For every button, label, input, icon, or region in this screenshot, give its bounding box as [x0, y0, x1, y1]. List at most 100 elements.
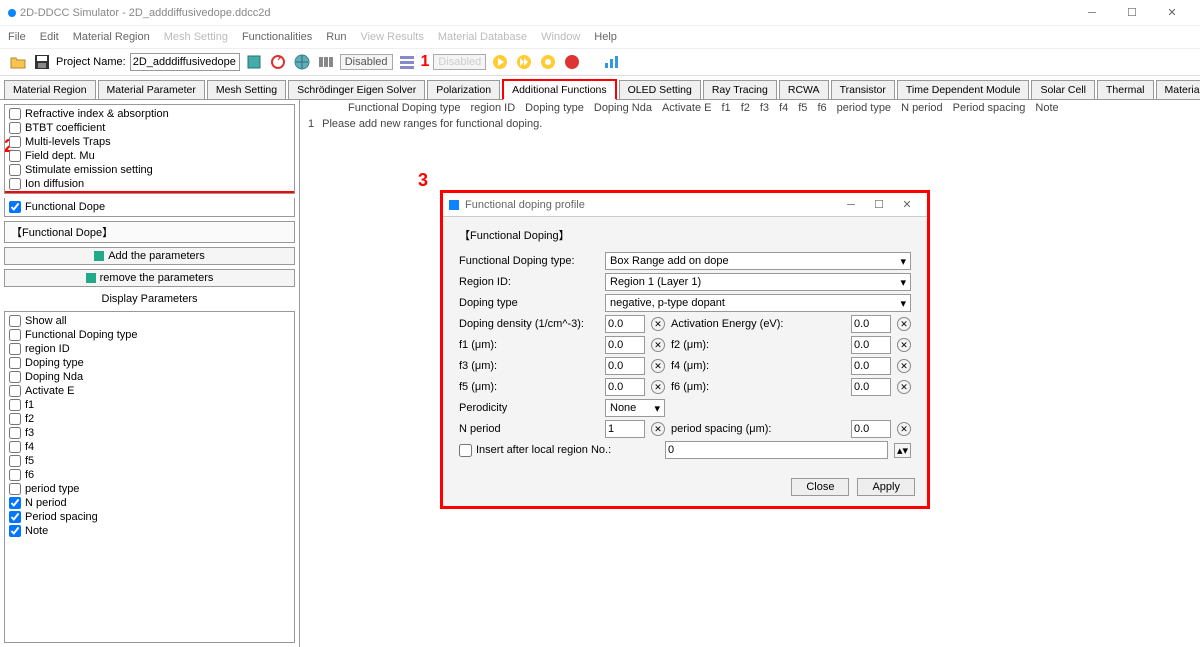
- nperiod-input[interactable]: [605, 420, 645, 438]
- menu-window[interactable]: Window: [541, 31, 580, 43]
- activation-input[interactable]: [851, 315, 891, 333]
- fast-forward-icon[interactable]: [514, 52, 534, 72]
- tab-oled-setting[interactable]: OLED Setting: [619, 80, 701, 99]
- bars-icon[interactable]: [397, 52, 417, 72]
- tab-schrodinger[interactable]: Schrödinger Eigen Solver: [288, 80, 425, 99]
- clear-icon[interactable]: ✕: [897, 317, 911, 331]
- check-multilevels[interactable]: Multi-levels Traps: [7, 135, 292, 149]
- region-select[interactable]: Region 1 (Layer 1)▾: [605, 273, 911, 291]
- menu-run[interactable]: Run: [326, 31, 346, 43]
- dp-f3[interactable]: f3: [7, 426, 292, 440]
- f6-input[interactable]: [851, 378, 891, 396]
- dialog-close-button[interactable]: ✕: [893, 192, 921, 218]
- f5-input[interactable]: [605, 378, 645, 396]
- functional-doping-dialog: Functional doping profile ─ ☐ ✕ 【Functio…: [440, 190, 930, 509]
- dialog-maximize-button[interactable]: ☐: [865, 192, 893, 218]
- tab-time-dependent[interactable]: Time Dependent Module: [897, 80, 1030, 99]
- stop-icon[interactable]: [562, 52, 582, 72]
- periodicity-select[interactable]: None▾: [605, 399, 665, 417]
- clear-icon[interactable]: ✕: [897, 422, 911, 436]
- check-fielddept[interactable]: Field dept. Mu: [7, 149, 292, 163]
- tab-solar-cell[interactable]: Solar Cell: [1031, 80, 1095, 99]
- dopetype-select[interactable]: negative, p-type dopant▾: [605, 294, 911, 312]
- tab-material-parameter[interactable]: Material Parameter: [98, 80, 205, 99]
- dialog-minimize-button[interactable]: ─: [837, 192, 865, 218]
- menu-edit[interactable]: Edit: [40, 31, 59, 43]
- dp-region-id[interactable]: region ID: [7, 342, 292, 356]
- dp-f4[interactable]: f4: [7, 440, 292, 454]
- clear-icon[interactable]: ✕: [897, 359, 911, 373]
- play-icon[interactable]: [490, 52, 510, 72]
- gear-icon[interactable]: [538, 52, 558, 72]
- menu-mesh-setting[interactable]: Mesh Setting: [164, 31, 228, 43]
- clear-icon[interactable]: ✕: [651, 338, 665, 352]
- dp-period-type[interactable]: period type: [7, 482, 292, 496]
- tab-material-region[interactable]: Material Region: [4, 80, 96, 99]
- menu-help[interactable]: Help: [594, 31, 617, 43]
- clear-icon[interactable]: ✕: [897, 338, 911, 352]
- globe-icon[interactable]: [292, 52, 312, 72]
- menu-functionalities[interactable]: Functionalities: [242, 31, 312, 43]
- tab-thermal[interactable]: Thermal: [1097, 80, 1154, 99]
- insert-after-check[interactable]: Insert after local region No.:: [459, 444, 659, 457]
- menu-material-database[interactable]: Material Database: [438, 31, 527, 43]
- clear-icon[interactable]: ✕: [651, 317, 665, 331]
- f4-input[interactable]: [851, 357, 891, 375]
- tab-mesh-setting[interactable]: Mesh Setting: [207, 80, 286, 99]
- dialog-heading: 【Functional Doping】: [459, 225, 911, 249]
- dp-f2[interactable]: f2: [7, 412, 292, 426]
- dp-f1[interactable]: f1: [7, 398, 292, 412]
- columns-icon[interactable]: [316, 52, 336, 72]
- menu-view-results[interactable]: View Results: [360, 31, 423, 43]
- clear-icon[interactable]: ✕: [651, 380, 665, 394]
- dp-note[interactable]: Note: [7, 524, 292, 538]
- tab-ray-tracing[interactable]: Ray Tracing: [703, 80, 777, 99]
- dp-period-spacing[interactable]: Period spacing: [7, 510, 292, 524]
- apply-button[interactable]: Apply: [857, 478, 915, 496]
- dp-doping-nda[interactable]: Doping Nda: [7, 370, 292, 384]
- tab-polarization[interactable]: Polarization: [427, 80, 500, 99]
- minimize-button[interactable]: ─: [1072, 0, 1112, 26]
- tab-material-database[interactable]: Material Database: [1156, 80, 1200, 99]
- type-select[interactable]: Box Range add on dope▾: [605, 252, 911, 270]
- clear-icon[interactable]: ✕: [897, 380, 911, 394]
- add-parameters-button[interactable]: Add the parameters: [4, 247, 295, 265]
- tab-additional-functions[interactable]: Additional Functions: [502, 79, 617, 100]
- check-iondiffusion[interactable]: Ion diffusion: [7, 177, 292, 191]
- remove-parameters-button[interactable]: remove the parameters: [4, 269, 295, 287]
- spinner-icon[interactable]: ▴▾: [894, 443, 911, 458]
- dp-f6[interactable]: f6: [7, 468, 292, 482]
- save-icon[interactable]: [32, 52, 52, 72]
- tab-transistor[interactable]: Transistor: [831, 80, 895, 99]
- dp-n-period[interactable]: N period: [7, 496, 292, 510]
- menu-file[interactable]: File: [8, 31, 26, 43]
- insert-after-input[interactable]: [665, 441, 888, 459]
- layers-icon[interactable]: [244, 52, 264, 72]
- density-input[interactable]: [605, 315, 645, 333]
- f1-input[interactable]: [605, 336, 645, 354]
- open-folder-icon[interactable]: [8, 52, 28, 72]
- dp-activate-e[interactable]: Activate E: [7, 384, 292, 398]
- dp-doptype[interactable]: Doping type: [7, 356, 292, 370]
- menu-material-region[interactable]: Material Region: [73, 31, 150, 43]
- refresh-icon[interactable]: [268, 52, 288, 72]
- f6-label: f6 (μm):: [671, 381, 845, 393]
- check-btbt[interactable]: BTBT coefficient: [7, 121, 292, 135]
- f3-input[interactable]: [605, 357, 645, 375]
- dp-f5[interactable]: f5: [7, 454, 292, 468]
- check-refractive[interactable]: Refractive index & absorption: [7, 107, 292, 121]
- spacing-input[interactable]: [851, 420, 891, 438]
- check-stimulate[interactable]: Stimulate emission setting: [7, 163, 292, 177]
- dp-doping-type[interactable]: Functional Doping type: [7, 328, 292, 342]
- f2-input[interactable]: [851, 336, 891, 354]
- project-name-input[interactable]: [130, 53, 240, 71]
- close-button[interactable]: ✕: [1152, 0, 1192, 26]
- clear-icon[interactable]: ✕: [651, 422, 665, 436]
- clear-icon[interactable]: ✕: [651, 359, 665, 373]
- chart-icon[interactable]: [602, 52, 622, 72]
- check-functional-dope[interactable]: Functional Dope: [7, 200, 292, 214]
- dp-showall[interactable]: Show all: [7, 314, 292, 328]
- maximize-button[interactable]: ☐: [1112, 0, 1152, 26]
- tab-rcwa[interactable]: RCWA: [779, 80, 829, 99]
- close-dialog-button[interactable]: Close: [791, 478, 849, 496]
